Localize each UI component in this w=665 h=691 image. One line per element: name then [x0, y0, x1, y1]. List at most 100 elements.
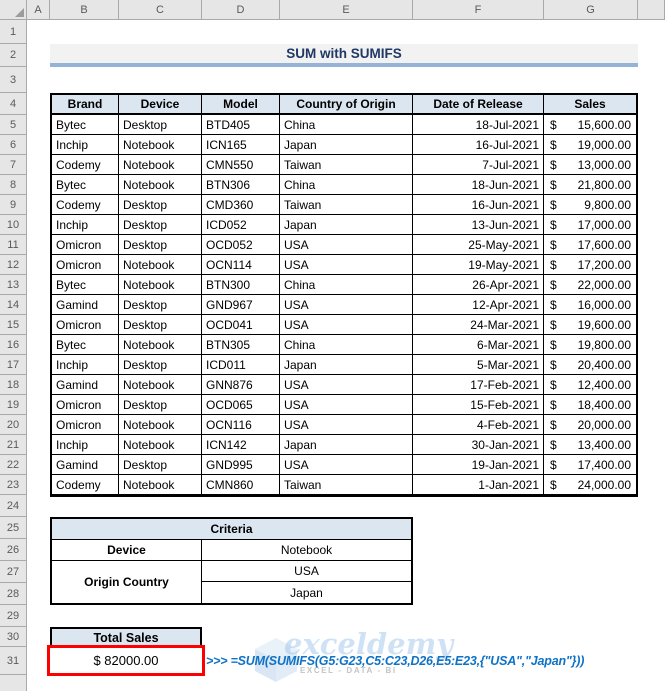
cell-country[interactable]: Taiwan [280, 155, 413, 175]
cell-sales[interactable]: $ 17,000.00 [544, 215, 636, 235]
cell-sales[interactable]: $ 18,400.00 [544, 395, 636, 415]
cell-release-date[interactable]: 13-Jun-2021 [413, 215, 544, 235]
cell-model[interactable]: GND995 [202, 455, 280, 475]
row-header[interactable]: 29 [0, 605, 27, 627]
cell-device[interactable]: Desktop [119, 315, 202, 335]
cell-sales[interactable]: $ 9,800.00 [544, 195, 636, 215]
cell-model[interactable]: CMD360 [202, 195, 280, 215]
cell-release-date[interactable]: 19-May-2021 [413, 255, 544, 275]
cell-sales[interactable]: $ 19,600.00 [544, 315, 636, 335]
cell-model[interactable]: CMN550 [202, 155, 280, 175]
cell-sales[interactable]: $ 20,400.00 [544, 355, 636, 375]
row-header[interactable]: 27 [0, 561, 27, 583]
row-header[interactable]: 25 [0, 517, 27, 539]
cell-brand[interactable]: Inchip [52, 355, 119, 375]
cell-sales[interactable]: $ 20,000.00 [544, 415, 636, 435]
cell-country[interactable]: USA [280, 255, 413, 275]
cell-brand[interactable]: Gamind [52, 375, 119, 395]
total-sales-label-cell[interactable]: Total Sales [50, 627, 202, 647]
cell-brand[interactable]: Bytec [52, 275, 119, 295]
cell-release-date[interactable]: 18-Jul-2021 [413, 115, 544, 135]
cell-release-date[interactable]: 26-Apr-2021 [413, 275, 544, 295]
cell-release-date[interactable]: 5-Mar-2021 [413, 355, 544, 375]
column-header-e[interactable]: E [280, 0, 413, 20]
cell-release-date[interactable]: 19-Jan-2021 [413, 455, 544, 475]
cell-sales[interactable]: $ 19,800.00 [544, 335, 636, 355]
criteria-origin-value-2[interactable]: Japan [202, 582, 411, 603]
criteria-device-label[interactable]: Device [52, 540, 202, 561]
cell-country[interactable]: Taiwan [280, 195, 413, 215]
cell-country[interactable]: China [280, 335, 413, 355]
total-sales-value-cell[interactable]: $ 82000.00 [47, 645, 205, 676]
cell-brand[interactable]: Inchip [52, 215, 119, 235]
cell-model[interactable]: ICD052 [202, 215, 280, 235]
row-header[interactable]: 18 [0, 375, 27, 395]
cell-release-date[interactable]: 18-Jun-2021 [413, 175, 544, 195]
cell-sales[interactable]: $ 12,400.00 [544, 375, 636, 395]
cell-brand[interactable]: Omicron [52, 315, 119, 335]
cell-sales[interactable]: $ 13,000.00 [544, 155, 636, 175]
row-header[interactable]: 30 [0, 627, 27, 647]
cell-brand[interactable]: Codemy [52, 195, 119, 215]
row-header[interactable]: 14 [0, 295, 27, 315]
cell-device[interactable]: Notebook [119, 415, 202, 435]
row-header[interactable]: 17 [0, 355, 27, 375]
cell-device[interactable]: Desktop [119, 295, 202, 315]
cell-device[interactable]: Notebook [119, 175, 202, 195]
cell-country[interactable]: China [280, 115, 413, 135]
cell-model[interactable]: BTN306 [202, 175, 280, 195]
cell-model[interactable]: ICD011 [202, 355, 280, 375]
cell-model[interactable]: OCD041 [202, 315, 280, 335]
column-header-b[interactable]: B [50, 0, 119, 20]
formula-annotation[interactable]: >>> =SUM(SUMIFS(G5:G23,C5:C23,D26,E5:E23… [206, 647, 665, 675]
cell-country[interactable]: Japan [280, 215, 413, 235]
cell-release-date[interactable]: 7-Jul-2021 [413, 155, 544, 175]
cell-model[interactable]: BTN305 [202, 335, 280, 355]
cell-release-date[interactable]: 12-Apr-2021 [413, 295, 544, 315]
cell-sales[interactable]: $ 17,600.00 [544, 235, 636, 255]
column-header-partial[interactable] [638, 0, 665, 20]
cell-sales[interactable]: $ 16,000.00 [544, 295, 636, 315]
criteria-origin-label[interactable]: Origin Country [52, 561, 202, 603]
cell-device[interactable]: Notebook [119, 375, 202, 395]
cell-sales[interactable]: $ 15,600.00 [544, 115, 636, 135]
cell-device[interactable]: Notebook [119, 275, 202, 295]
row-header[interactable]: 12 [0, 255, 27, 275]
cell-device[interactable]: Desktop [119, 395, 202, 415]
cell-brand[interactable]: Omicron [52, 255, 119, 275]
row-header[interactable]: 7 [0, 155, 27, 175]
cell-device[interactable]: Notebook [119, 335, 202, 355]
row-header[interactable]: 1 [0, 20, 27, 44]
cell-country[interactable]: Japan [280, 355, 413, 375]
cell-country[interactable]: USA [280, 415, 413, 435]
cell-model[interactable]: OCD065 [202, 395, 280, 415]
cell-brand[interactable]: Omicron [52, 415, 119, 435]
row-header[interactable]: 20 [0, 415, 27, 435]
cell-model[interactable]: ICN142 [202, 435, 280, 455]
cell-country[interactable]: USA [280, 235, 413, 255]
column-header-f[interactable]: F [413, 0, 544, 20]
cell-brand[interactable]: Bytec [52, 335, 119, 355]
table-header-model[interactable]: Model [202, 95, 280, 115]
cell-release-date[interactable]: 17-Feb-2021 [413, 375, 544, 395]
cell-release-date[interactable]: 25-May-2021 [413, 235, 544, 255]
cell-device[interactable]: Desktop [119, 235, 202, 255]
cell-sales[interactable]: $ 17,400.00 [544, 455, 636, 475]
cell-release-date[interactable]: 16-Jun-2021 [413, 195, 544, 215]
cell-model[interactable]: ICN165 [202, 135, 280, 155]
row-header[interactable]: 5 [0, 115, 27, 135]
row-header[interactable]: 9 [0, 195, 27, 215]
cell-brand[interactable]: Gamind [52, 295, 119, 315]
cell-model[interactable]: GNN876 [202, 375, 280, 395]
row-header[interactable]: 19 [0, 395, 27, 415]
column-header-g[interactable]: G [544, 0, 638, 20]
table-header-brand[interactable]: Brand [52, 95, 119, 115]
cell-release-date[interactable]: 4-Feb-2021 [413, 415, 544, 435]
row-header[interactable]: 16 [0, 335, 27, 355]
cell-release-date[interactable]: 1-Jan-2021 [413, 475, 544, 495]
row-header[interactable]: 24 [0, 495, 27, 517]
row-header[interactable]: 10 [0, 215, 27, 235]
cell-country[interactable]: Taiwan [280, 475, 413, 495]
cell-model[interactable]: GND967 [202, 295, 280, 315]
cell-country[interactable]: USA [280, 375, 413, 395]
